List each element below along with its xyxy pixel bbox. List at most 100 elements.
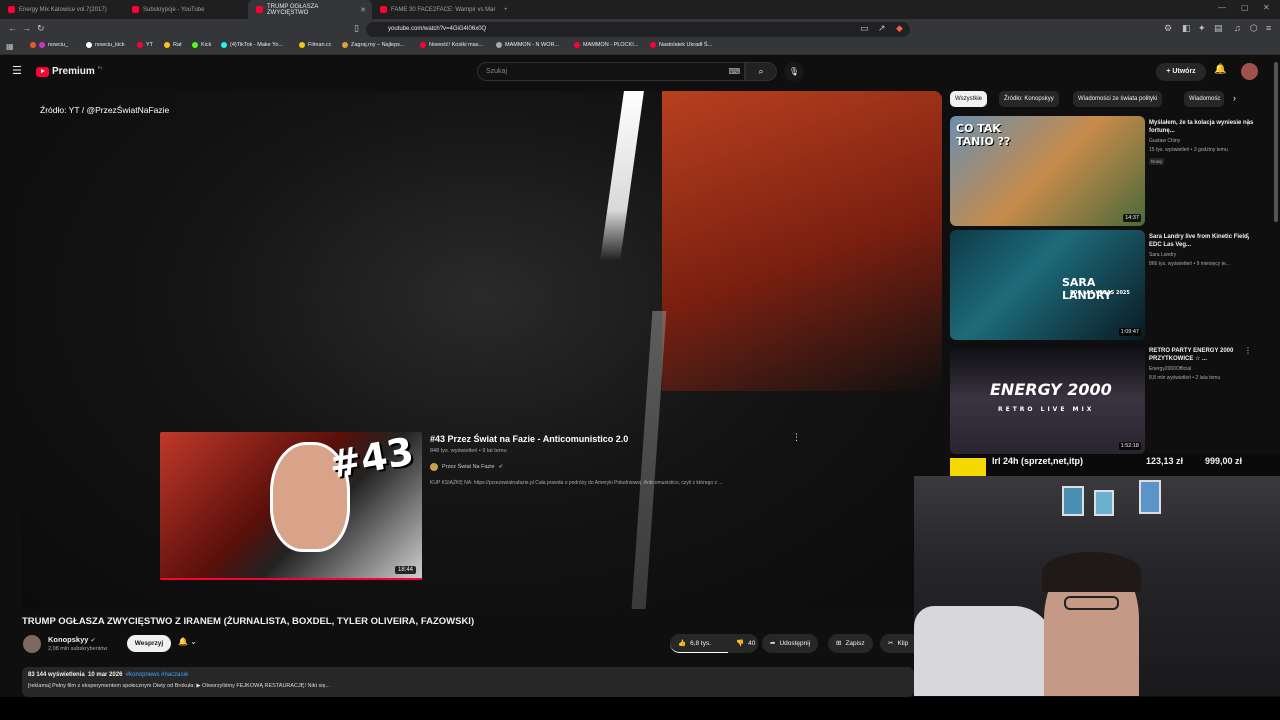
page-scrollbar[interactable]: [1274, 62, 1278, 222]
recommendation-meta: 866 tys. wyświetleń • 9 miesięcy te...: [1149, 261, 1230, 267]
folder-icon: [164, 42, 170, 48]
keyboard-icon[interactable]: ⌨: [728, 63, 740, 80]
bookmark-icon[interactable]: ▯: [354, 23, 359, 34]
bookmark-item[interactable]: YT: [137, 42, 153, 48]
chip-all[interactable]: Wszystkie: [950, 91, 987, 107]
voice-search-button[interactable]: 🎙: [784, 62, 804, 81]
bookmark-item[interactable]: Zagraj.my – Najleps...: [342, 42, 405, 48]
share-icon[interactable]: ↗: [878, 23, 886, 34]
reload-icon[interactable]: ↻: [37, 23, 45, 34]
browser-tab[interactable]: Subskrypcje - YouTube: [124, 0, 248, 19]
bookmark-item[interactable]: MAMMON - PŁOCKI...: [574, 42, 638, 48]
dislike-button[interactable]: 👎 40: [728, 634, 758, 653]
apps-grid-icon[interactable]: ▦: [6, 41, 14, 52]
recommendation-item[interactable]: ENERGY 2000 RETRO LIVE MIX 1:52:18 RETRO…: [950, 344, 1270, 454]
bookmark-item[interactable]: Nowość! Kostki mas...: [420, 42, 483, 48]
search-button[interactable]: ⌕: [745, 62, 777, 81]
thumbnail-number: #43: [326, 432, 418, 488]
goal-current-value: 123,13 zł: [1146, 456, 1184, 466]
more-options-icon[interactable]: ⋮: [1244, 346, 1252, 355]
bookmark-item[interactable]: Kick: [192, 42, 211, 48]
share-arrow-icon: ➦: [770, 640, 776, 647]
close-tab-icon[interactable]: ✕: [360, 6, 366, 14]
youtube-favicon-icon: [256, 6, 263, 13]
bookmark-item[interactable]: Nastolatek Ukradł Ś...: [650, 42, 712, 48]
recommendation-title[interactable]: Myślałem, że ta kolacja wyniesie nas for…: [1149, 119, 1259, 135]
new-tab-button[interactable]: +: [496, 0, 512, 19]
overlay-logo: [950, 458, 986, 476]
youtube-header: ☰ Premium PL Szukaj ⌨ ⌕ 🎙 + Utwórz 🔔: [0, 56, 1280, 88]
browser-tab-active[interactable]: TRUMP OGŁASZA ZWYCIĘSTWO ✕: [248, 0, 372, 19]
chip-news[interactable]: Wiadomośc: [1184, 91, 1224, 107]
search-input[interactable]: Szukaj ⌨: [477, 62, 745, 81]
recommendation-item[interactable]: SARA LANDRY EDC LAS VEGAS 2025 1:09:47 S…: [950, 230, 1270, 340]
channel-avatar[interactable]: [23, 635, 41, 653]
hamburger-menu-icon[interactable]: ☰: [12, 64, 22, 77]
clip-button[interactable]: ✂ Klip: [880, 634, 914, 653]
forward-icon[interactable]: →: [22, 23, 31, 34]
recommendation-meta: 15 tys. wyświetleń • 3 godziny temu: [1149, 147, 1228, 153]
youtube-premium-logo[interactable]: Premium PL: [36, 65, 103, 77]
cast-icon[interactable]: ▭: [860, 23, 869, 34]
chip-source[interactable]: Źródło: Konopskyy: [999, 91, 1059, 107]
more-options-icon[interactable]: ⋮: [1244, 232, 1252, 241]
puzzle-icon[interactable]: ✦: [1198, 23, 1206, 34]
video-thumbnail[interactable]: CO TAK TANIO ?? 14:37: [950, 116, 1145, 226]
browser-tab[interactable]: Energy Mix Katowice vol.7(2017): [0, 0, 124, 19]
recommendation-title[interactable]: Sara Landry live from Kinetic Field, EDC…: [1149, 233, 1259, 249]
channel-name[interactable]: Konopskyy ✔: [48, 635, 96, 644]
verified-icon: ✔: [498, 464, 504, 470]
suggested-video-channel[interactable]: Przez Świat Na Fazie ✔: [430, 463, 810, 471]
close-window-icon[interactable]: ✕: [1263, 3, 1270, 12]
maximize-icon[interactable]: ▢: [1241, 3, 1249, 12]
video-thumbnail[interactable]: ENERGY 2000 RETRO LIVE MIX 1:52:18: [950, 344, 1145, 454]
thumbs-up-icon: 👍: [678, 639, 687, 647]
tiktok-icon: [221, 42, 227, 48]
bookmark-item[interactable]: Rat: [164, 42, 182, 48]
like-button[interactable]: 👍 6,8 tys.: [670, 634, 728, 653]
youtube-favicon-icon: [132, 6, 139, 13]
channel-avatar: [430, 463, 438, 471]
browser-tab[interactable]: FAME 30 FACE2FACE: Wampir vs Mar: [372, 0, 496, 19]
address-bar[interactable]: youtube.com/watch?v=4GiG4I06x0Q: [366, 22, 910, 37]
more-options-icon[interactable]: ⋮: [1244, 118, 1252, 127]
suggested-video-title[interactable]: #43 Przez Świat na Fazie - Anticomunisti…: [430, 434, 810, 444]
bookmark-item[interactable]: Filman.cc: [299, 42, 332, 48]
vpn-icon[interactable]: ⬡: [1250, 23, 1258, 34]
recommendation-channel[interactable]: Sara Landry: [1149, 252, 1176, 258]
video-thumbnail[interactable]: SARA LANDRY EDC LAS VEGAS 2025 1:09:47: [950, 230, 1145, 340]
create-button[interactable]: + Utwórz: [1156, 63, 1206, 81]
minimize-icon[interactable]: —: [1218, 3, 1226, 12]
recommendation-channel[interactable]: Gustaw Chiny: [1149, 138, 1180, 144]
recommendation-item[interactable]: CO TAK TANIO ?? 14:37 Myślałem, że ta ko…: [950, 116, 1270, 226]
chevron-right-icon[interactable]: ›: [1233, 93, 1236, 103]
suggested-video-thumbnail[interactable]: #43 18:44: [160, 432, 422, 580]
sidebar-icon[interactable]: ▤: [1214, 23, 1223, 34]
extension-icon[interactable]: ⚙: [1164, 23, 1172, 34]
mic-icon: 🎙: [788, 67, 800, 76]
filter-chips: Wszystkie Źródło: Konopskyy Wiadomości z…: [950, 91, 1240, 108]
account-avatar[interactable]: [1241, 63, 1258, 80]
bookmark-item[interactable]: MAMMON - N WOR...: [496, 42, 559, 48]
more-options-icon[interactable]: ⋮: [792, 432, 801, 443]
recommendation-channel[interactable]: Energy2000Official: [1149, 366, 1191, 372]
share-button[interactable]: ➦ Udostępnij: [762, 634, 819, 653]
save-button[interactable]: ⊞ Zapisz: [828, 634, 873, 653]
notifications-bell-icon[interactable]: 🔔: [1214, 64, 1226, 75]
bookmark-item[interactable]: nowciu_kick: [86, 42, 125, 48]
back-icon[interactable]: ←: [8, 23, 17, 34]
suggested-video-info[interactable]: #43 Przez Świat na Fazie - Anticomunisti…: [430, 434, 810, 486]
bookmark-item[interactable]: nowciu_: [30, 42, 68, 48]
menu-icon[interactable]: ≡: [1266, 23, 1271, 34]
recommendation-title[interactable]: RETRO PARTY ENERGY 2000 PRZYTKOWICE ☆ ..…: [1149, 347, 1259, 363]
support-button[interactable]: Wesprzyj: [127, 635, 171, 652]
bookmark-item[interactable]: (4)TikTok - Make Yo...: [221, 42, 283, 48]
description-box[interactable]: 83 144 wyświetlenia 10 mar 2026 #konopne…: [22, 667, 914, 697]
description-text: [reklama] Pełny film z eksperymentem spo…: [28, 683, 331, 689]
chip-politics[interactable]: Wiadomości ze świata polityki: [1073, 91, 1163, 107]
media-icon[interactable]: ♫: [1234, 23, 1241, 34]
video-player[interactable]: Źródło: YT / @PrzezŚwiatNaFazie #43 18:4…: [22, 91, 942, 609]
brave-shield-icon[interactable]: ◆: [896, 23, 903, 34]
extension-icon[interactable]: ◧: [1182, 23, 1191, 34]
subscription-bell-icon[interactable]: 🔔 ⌄: [178, 637, 197, 646]
